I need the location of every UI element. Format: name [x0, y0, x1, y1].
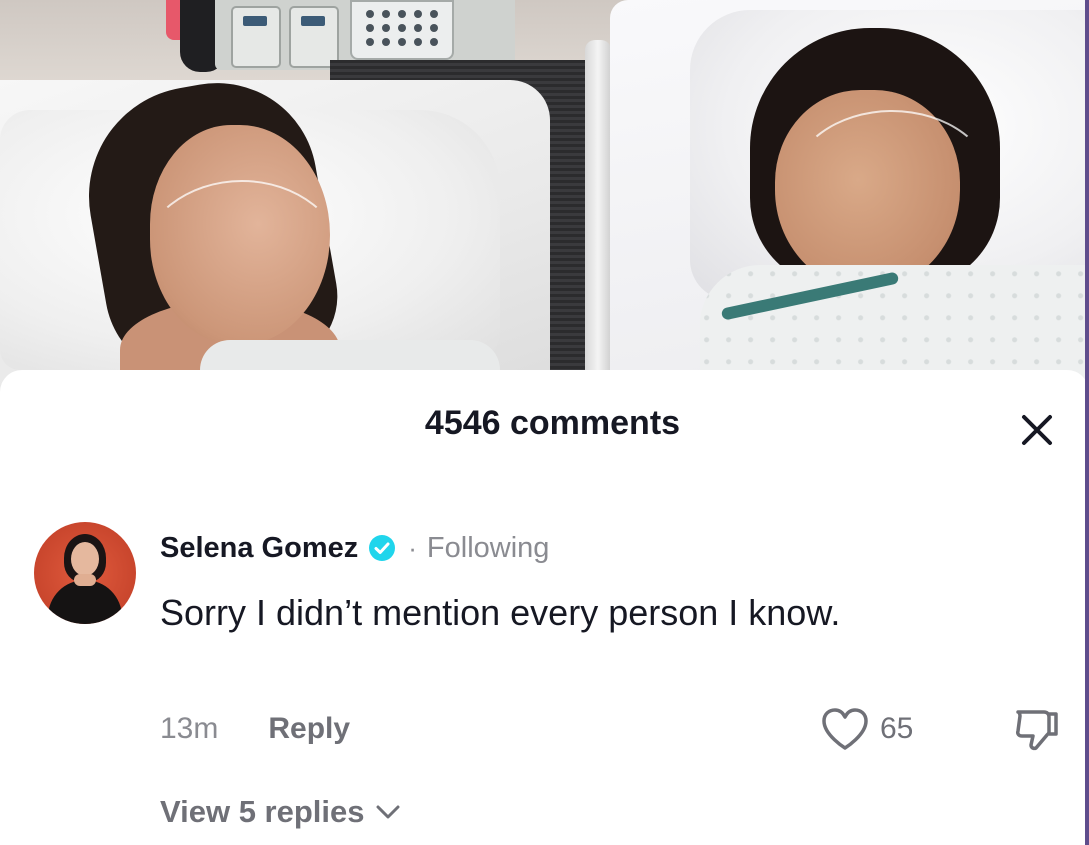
- comment-header: Selena Gomez · Following: [160, 530, 549, 566]
- reply-button[interactable]: Reply: [268, 712, 350, 746]
- comments-count-title: 4546 comments: [424, 404, 681, 442]
- avatar[interactable]: [34, 522, 136, 624]
- close-button[interactable]: [1013, 406, 1061, 454]
- oxygen-tube: [140, 180, 344, 344]
- view-replies-button[interactable]: View 5 replies: [160, 794, 401, 830]
- chevron-down-icon: [376, 805, 399, 819]
- dislike-button[interactable]: [1014, 706, 1060, 757]
- monitor-dial: [231, 6, 281, 68]
- following-status: Following: [426, 532, 550, 564]
- like-button[interactable]: 65: [820, 706, 913, 752]
- like-count: 65: [880, 712, 914, 745]
- monitor-dial: [289, 6, 339, 68]
- comment-time: 13m: [160, 712, 219, 745]
- tiktok-comments-screen: 4546 comments Selena Gomez · Following S…: [0, 0, 1089, 845]
- verified-badge-icon: [368, 534, 396, 562]
- keypad: [350, 0, 454, 60]
- video-photo[interactable]: [0, 0, 1089, 400]
- heart-icon: [822, 708, 868, 750]
- comment-text: Sorry I didn’t mention every person I kn…: [160, 592, 841, 633]
- bed-rail: [585, 40, 611, 380]
- comment-meta: 13m Reply: [160, 712, 350, 746]
- window-edge: [1085, 0, 1089, 845]
- oxygen-tube: [790, 110, 994, 264]
- thumbs-down-icon: [1016, 710, 1058, 751]
- separator-dot: ·: [408, 533, 417, 563]
- comments-sheet: 4546 comments Selena Gomez · Following S…: [0, 370, 1089, 845]
- close-icon: [1022, 415, 1052, 445]
- username[interactable]: Selena Gomez: [160, 530, 358, 566]
- view-replies-label: View 5 replies: [160, 794, 365, 829]
